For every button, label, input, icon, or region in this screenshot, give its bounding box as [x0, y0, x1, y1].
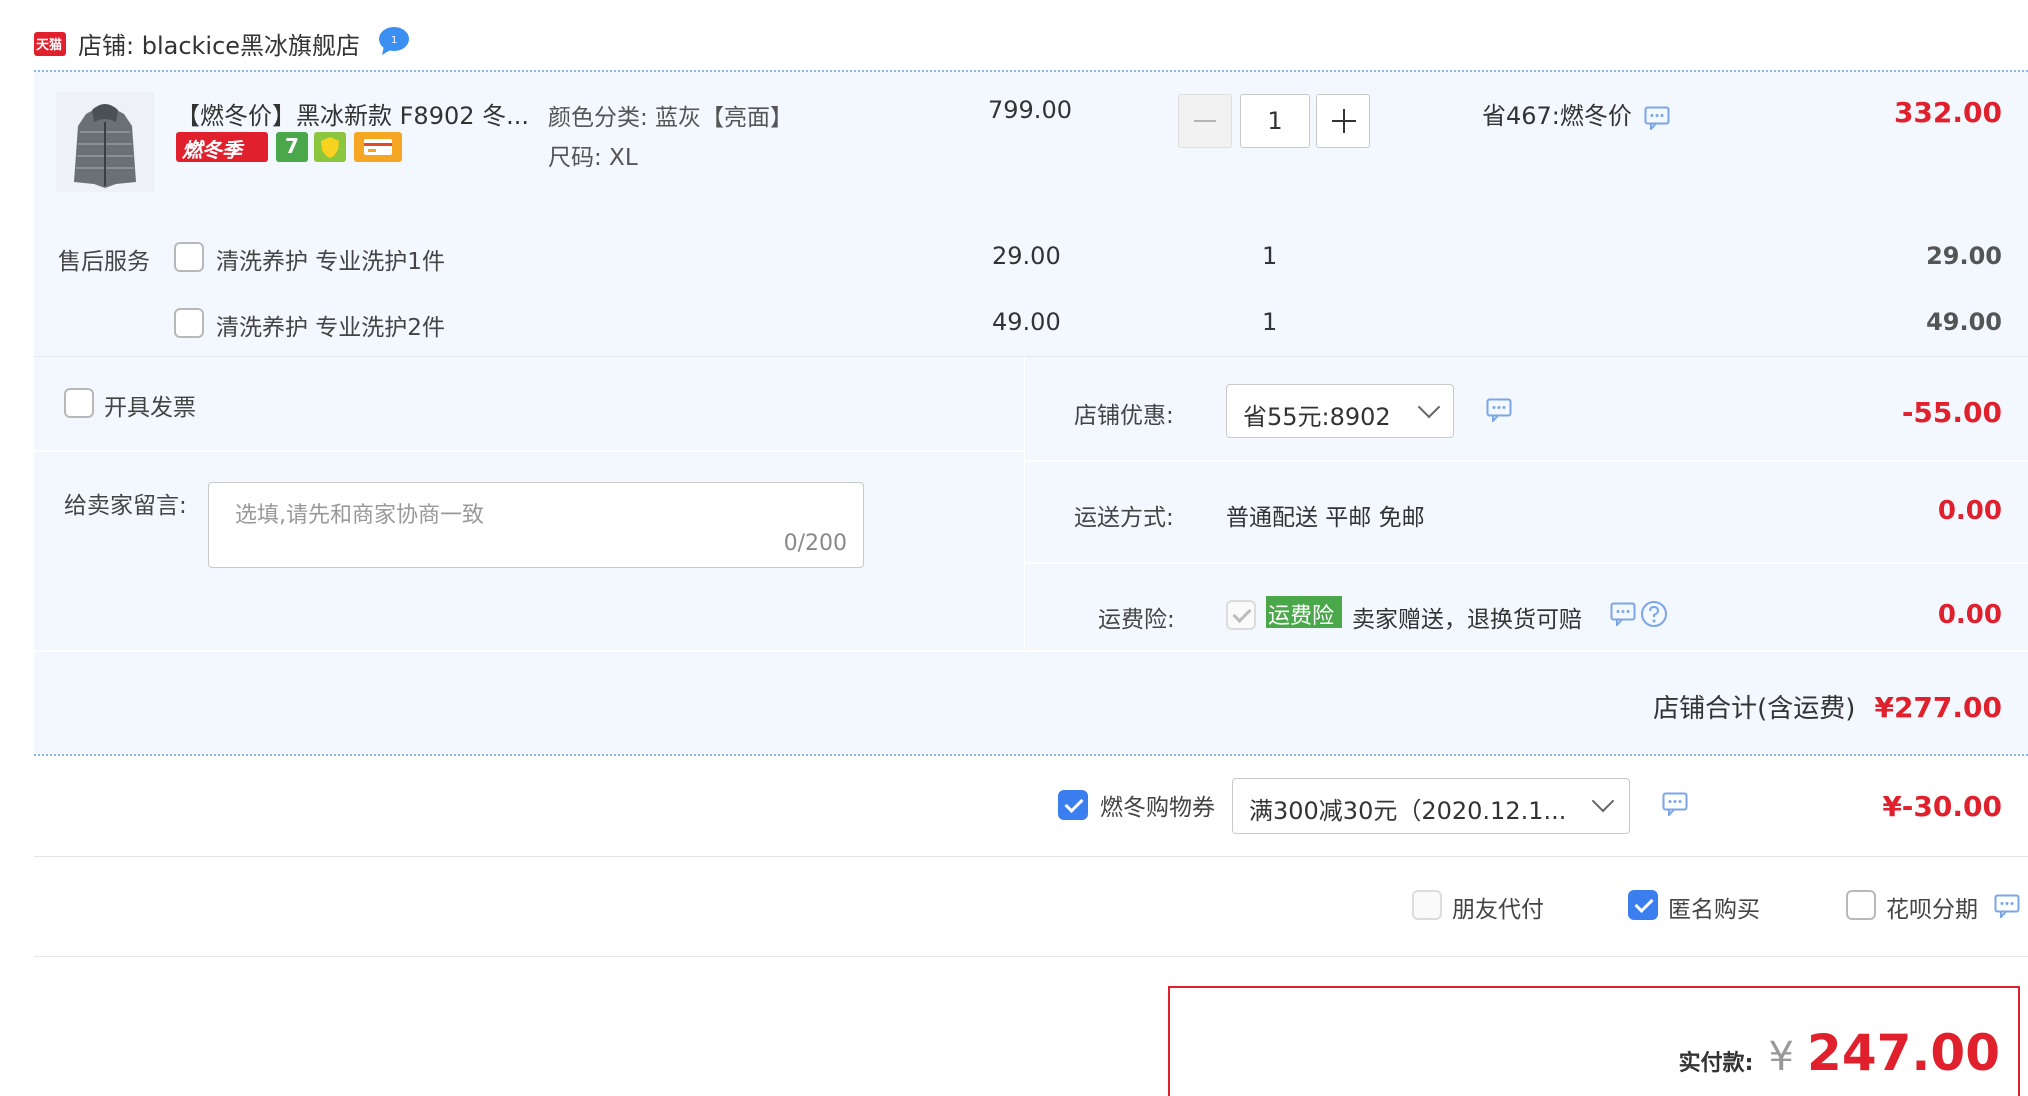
friend-pay-checkbox[interactable] [1412, 890, 1442, 920]
options-divider [34, 956, 2028, 957]
after-sales-item-name: 清洗养护 专业洗护1件 [216, 249, 445, 275]
shop-discount-chat-icon[interactable] [1486, 398, 1512, 422]
product-thumbnail[interactable] [56, 92, 154, 192]
shop-total-row: 店铺合计(含运费) ¥277.00 [1653, 688, 2002, 725]
season-tag-icon: 燃冬季 [176, 132, 268, 162]
after-sales-item-name: 清洗养护 专业洗护2件 [216, 315, 445, 341]
right-row-divider-2 [1026, 562, 2028, 564]
message-placeholder: 选填,请先和商家协商一致 [235, 503, 484, 528]
shipping-label: 运送方式: [1074, 505, 1174, 531]
insurance-label: 运费险: [1098, 607, 1175, 633]
quantity-decrease-button[interactable] [1178, 94, 1232, 148]
coupon-select[interactable]: 满300减30元（2020.12.1... [1232, 778, 1630, 834]
insurance-desc: 卖家赠送，退换货可赔 [1352, 607, 1582, 633]
product-title-link[interactable]: 【燃冬价】黑冰新款 F8902 冬... [176, 96, 529, 131]
chevron-down-icon [1591, 789, 1615, 813]
message-counter: 0/200 [783, 531, 847, 556]
after-sales-item-price: 29.00 [992, 242, 1061, 270]
after-sales-item-qty: 1 [1262, 242, 1278, 270]
shipping-amount: 0.00 [1937, 496, 2002, 526]
shop-discount-amount: -55.00 [1901, 396, 2002, 429]
left-bottom-divider [34, 650, 2028, 652]
after-sales-checkbox-2[interactable] [174, 308, 204, 338]
product-color: 颜色分类: 蓝灰【亮面】 [548, 105, 794, 131]
right-row-divider-1 [1026, 460, 2028, 462]
minus-icon [1194, 120, 1216, 122]
column-divider [1024, 356, 1025, 652]
anonymous-checkbox[interactable] [1628, 890, 1658, 920]
payment-label: 实付款: [1678, 1051, 1754, 1076]
unit-price: 799.00 [988, 96, 1072, 124]
invoice-label: 开具发票 [104, 395, 196, 421]
after-sales-item-price: 49.00 [992, 308, 1061, 336]
after-sales-item-total: 49.00 [1926, 308, 2002, 336]
message-label: 给卖家留言: [64, 493, 187, 519]
svg-text:1: 1 [391, 35, 397, 46]
product-subtotal: 332.00 [1893, 96, 2002, 129]
quantity-input[interactable]: 1 [1240, 94, 1310, 148]
product-save-label: 省467:燃冬价 [1482, 102, 1632, 130]
credit-card-icon [354, 132, 402, 162]
quantity-increase-button[interactable] [1316, 94, 1370, 148]
shipping-value: 普通配送 平邮 免邮 [1226, 505, 1425, 531]
help-icon[interactable] [1640, 600, 1668, 632]
shop-discount-select[interactable]: 省55元:8902 [1226, 384, 1454, 438]
shop-total-label: 店铺合计(含运费) [1653, 694, 1856, 724]
insurance-checkbox [1226, 600, 1256, 630]
shop-total-amount: ¥277.00 [1874, 691, 2002, 724]
shop-name-link[interactable]: 店铺: blackice黑冰旗舰店 [78, 26, 360, 61]
huabei-label: 花呗分期 [1886, 897, 1978, 923]
coupon-divider [34, 856, 2028, 857]
huabei-checkbox[interactable] [1846, 890, 1876, 920]
coupon-checkbox[interactable] [1058, 790, 1088, 820]
payment-currency: ¥ [1768, 1034, 1794, 1080]
coupon-label: 燃冬购物券 [1100, 795, 1215, 821]
message-textarea[interactable]: 选填,请先和商家协商一致 0/200 [208, 482, 864, 568]
after-sales-item-total: 29.00 [1926, 242, 2002, 270]
anonymous-label: 匿名购买 [1668, 897, 1760, 923]
seven-day-return-icon: 7 [276, 132, 308, 162]
insurance-chat-icon[interactable] [1610, 602, 1636, 626]
after-sales-checkbox-1[interactable] [174, 242, 204, 272]
left-row-divider [34, 450, 1024, 452]
product-chat-icon[interactable] [1644, 106, 1670, 130]
insurance-badge: 运费险 [1266, 596, 1342, 629]
chevron-down-icon [1417, 395, 1441, 419]
payment-amount: 247.00 [1807, 1024, 2000, 1082]
shop-discount-label: 店铺优惠: [1074, 403, 1174, 429]
payment-summary-box: 实付款: ¥ 247.00 [1168, 986, 2020, 1096]
friend-pay-label: 朋友代付 [1452, 897, 1544, 923]
after-sales-label: 售后服务 [58, 249, 150, 275]
coupon-amount: ¥-30.00 [1882, 790, 2002, 823]
huabei-chat-icon[interactable] [1994, 894, 2020, 918]
invoice-checkbox[interactable] [64, 388, 94, 418]
shop-chat-icon[interactable]: 1 [378, 26, 410, 56]
payment-total-row: 实付款: ¥ 247.00 [1679, 1024, 2000, 1082]
after-sales-item-qty: 1 [1262, 308, 1278, 336]
tmall-icon: 天猫 [34, 32, 66, 56]
guarantee-shield-icon [314, 132, 346, 162]
insurance-amount: 0.00 [1937, 600, 2002, 630]
coupon-chat-icon[interactable] [1662, 792, 1688, 816]
section-divider [34, 754, 2028, 756]
product-size: 尺码: XL [548, 145, 638, 171]
